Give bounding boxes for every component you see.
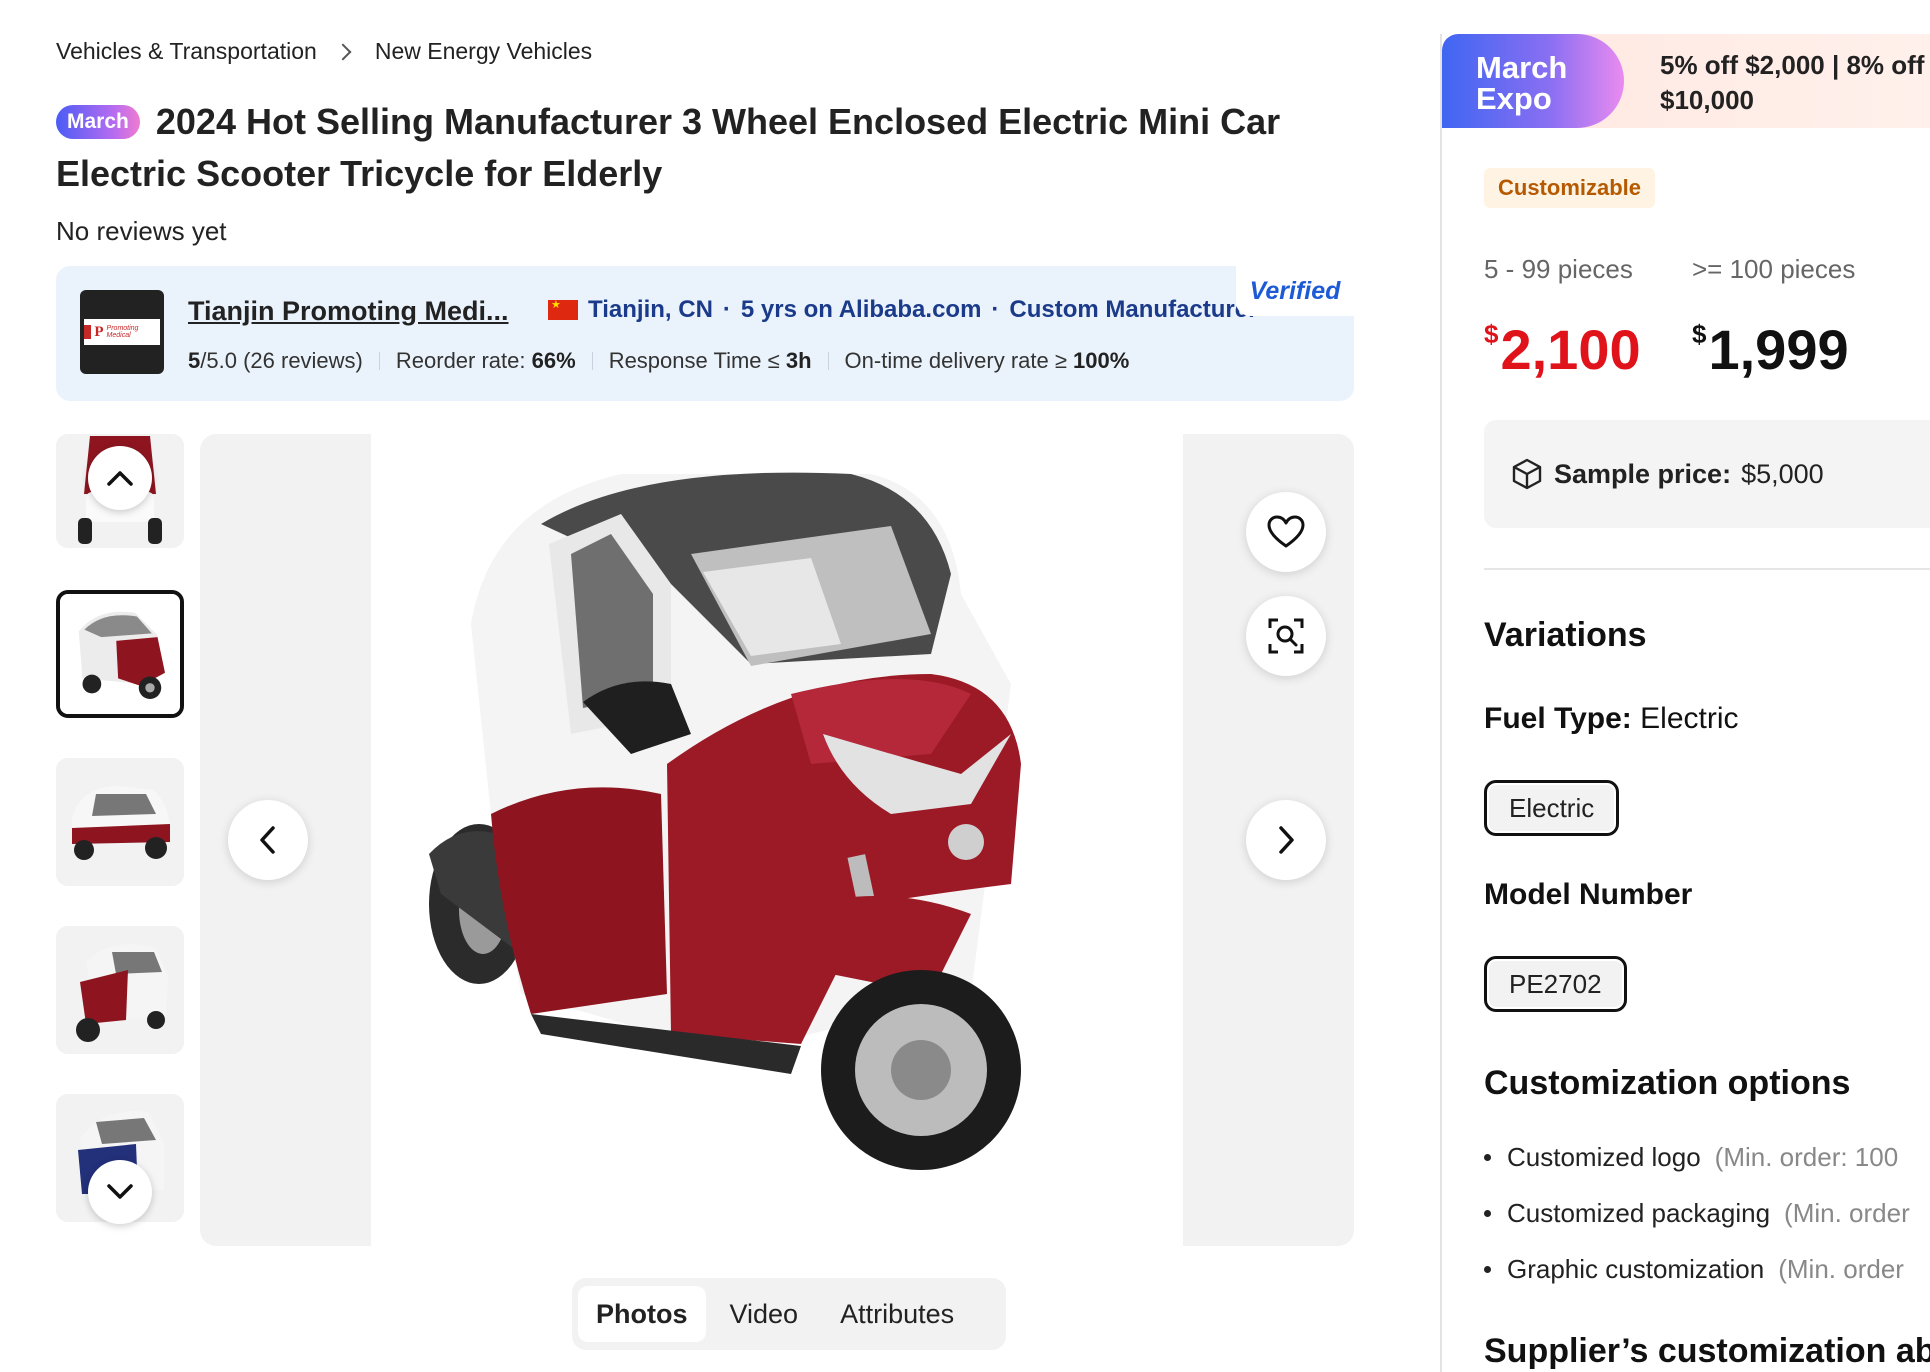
chevron-down-icon [107,1184,133,1199]
heart-icon [1267,515,1305,548]
customizable-badge: Customizable [1484,168,1656,208]
divider [1484,568,1930,570]
divider [378,352,380,370]
next-image-button[interactable] [1246,800,1326,880]
supplier-name-link[interactable]: Tianjin Promoting Medi... [188,296,509,327]
car-angle-image [56,926,184,1054]
reorder-rate-label: Reorder rate: [395,348,526,373]
variations-heading: Variations [1484,616,1647,654]
car-side-image [56,758,184,886]
supplier-type: Custom Manufacturer [1009,296,1258,323]
thumbnail-scroll-up-button[interactable] [88,446,152,510]
breadcrumb-new-energy-vehicles[interactable]: New Energy Vehicles [375,38,592,65]
product-title: March 2024 Hot Selling Manufacturer 3 Wh… [56,96,1356,200]
electric-tricycle-image [429,472,1021,1170]
promo-discount-text: 5% off $2,000 | 8% off $10,000 [1660,50,1925,115]
thumbnail-scroll-down-button[interactable] [88,1160,152,1224]
china-flag-icon [548,298,578,320]
previous-image-button[interactable] [228,800,308,880]
model-number-option[interactable]: PE2702 [1484,956,1627,1012]
purchase-panel: March Expo 5% off $2,000 | 8% off $10,00… [1440,34,1930,1372]
march-expo-badge: March [56,105,140,139]
chevron-up-icon [107,471,133,486]
verified-badge[interactable]: Verified [1236,266,1354,316]
custom-option-packaging: Customized packaging (Min. order [1484,1198,1910,1229]
product-title-text: 2024 Hot Selling Manufacturer 3 Wheel En… [56,101,1281,194]
main-product-image[interactable] [200,434,1354,1246]
media-tabs: Photos Video Attributes [572,1278,1006,1350]
supplier-logo-text: Promoting Medical [106,325,139,339]
march-expo-logo: March Expo [1442,34,1624,128]
on-time-label: On-time delivery rate ≥ [844,348,1067,373]
thumbnail-2[interactable] [56,590,184,718]
supplier-card: P Promoting Medical Tianjin Promoting Me… [56,266,1354,401]
tier-2-quantity: >= 100 pieces [1692,254,1856,284]
supplier-meta: Tianjin, CN · 5 yrs on Alibaba.com · Cus… [548,296,1257,324]
car-front-image [60,594,180,714]
box-icon [1512,458,1542,490]
tab-attributes[interactable]: Attributes [822,1286,972,1342]
fuel-type-option-electric[interactable]: Electric [1484,780,1620,836]
reviews-status: No reviews yet [56,216,227,246]
chevron-left-icon [260,826,275,854]
supplier-review-count[interactable]: (26 reviews) [243,348,363,374]
supplier-location: Tianjin, CN [588,296,713,323]
tier-2-price: $1,999 [1692,318,1849,381]
fuel-type-heading: Fuel Type: Electric [1484,702,1739,735]
supplier-years: 5 yrs on Alibaba.com [740,296,982,323]
supplier-stats: 5 /5.0 (26 reviews) Reorder rate: 66% Re… [188,348,1129,374]
custom-option-graphic: Graphic customization (Min. order [1484,1254,1904,1285]
divider [827,352,829,370]
breadcrumb-vehicles[interactable]: Vehicles & Transportation [56,38,317,65]
custom-option-logo: Customized logo (Min. order: 100 [1484,1142,1898,1173]
model-number-heading: Model Number [1484,878,1693,911]
response-time-label: Response Time ≤ [608,348,780,373]
divider [591,352,593,370]
tab-photos[interactable]: Photos [578,1286,706,1342]
supplier-logo[interactable]: P Promoting Medical [80,290,164,374]
favorite-button[interactable] [1246,492,1326,572]
on-time-value: 100% [1073,348,1130,373]
supplier-customization-heading: Supplier’s customization ab [1484,1332,1930,1370]
sample-price-box: Sample price: $5,000 [1484,420,1930,528]
image-search-icon [1268,618,1304,654]
sample-price-value: $5,000 [1741,458,1824,489]
tab-video[interactable]: Video [712,1286,817,1342]
thumbnail-3[interactable] [56,758,184,886]
sample-price-label: Sample price: [1554,458,1732,489]
customization-options-heading: Customization options [1484,1064,1851,1102]
supplier-rating: 5 [188,348,201,373]
supplier-rating-max: /5.0 [200,348,237,373]
breadcrumb: Vehicles & Transportation New Energy Veh… [56,38,592,65]
chevron-right-icon [1279,826,1294,854]
tier-1-price: $2,100 [1484,318,1641,381]
thumbnail-strip [56,434,184,1224]
march-expo-promo[interactable]: March Expo 5% off $2,000 | 8% off $10,00… [1442,34,1930,128]
reorder-rate-value: 66% [531,348,576,373]
thumbnail-4[interactable] [56,926,184,1054]
tier-1-quantity: 5 - 99 pieces [1484,254,1633,284]
chevron-right-icon [334,43,352,60]
image-search-button[interactable] [1246,596,1326,676]
response-time-value: 3h [785,348,812,373]
